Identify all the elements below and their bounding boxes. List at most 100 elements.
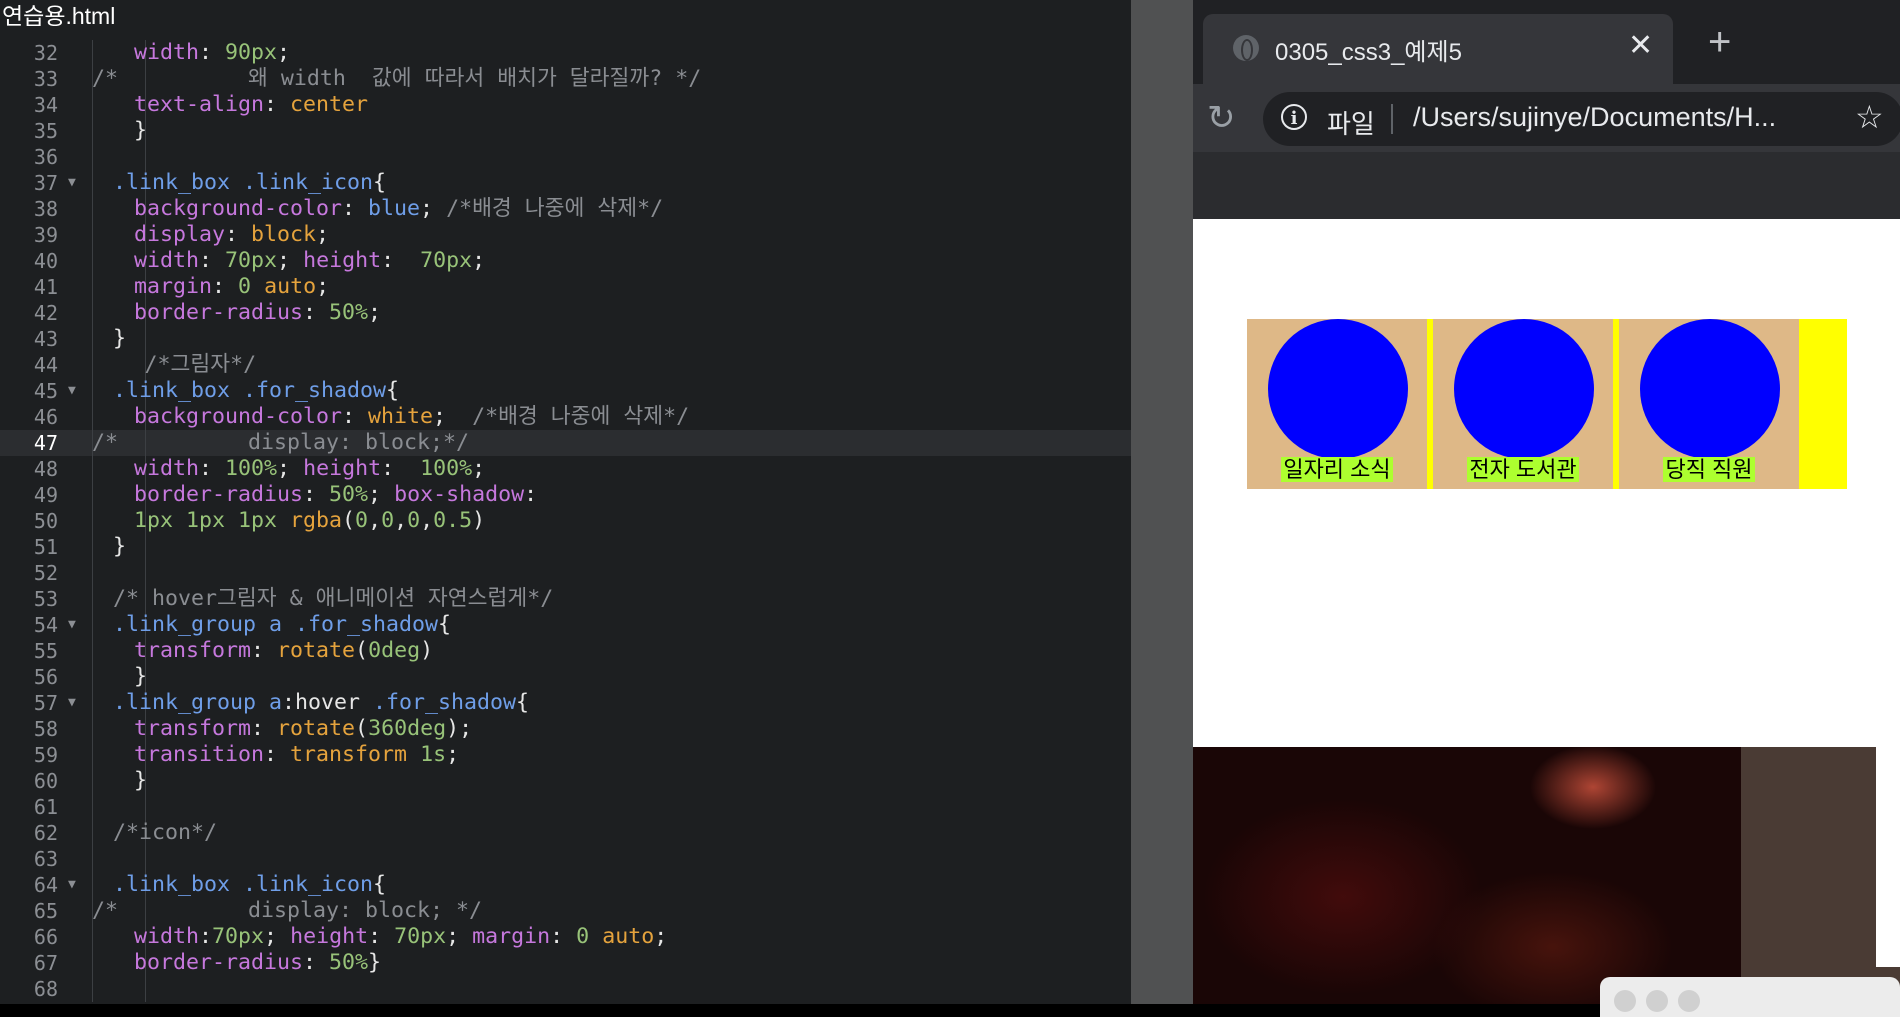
fold-arrow-icon[interactable]: ▼ (68, 612, 76, 638)
code-token: ( (355, 716, 369, 741)
link-box-staff[interactable]: 당직 직원 (1619, 319, 1799, 489)
code-line[interactable]: 66 width:70px; height: 70px; margin: 0 au… (0, 924, 1131, 950)
code-line[interactable]: 48 width: 100%; height: 100%; (0, 456, 1131, 482)
code-text: transition: transform 1s; (134, 742, 459, 768)
code-line[interactable]: 59 transition: transform 1s; (0, 742, 1131, 768)
close-tab-icon[interactable]: ✕ (1628, 28, 1653, 63)
code-token: : (524, 482, 538, 507)
indent-guide (92, 872, 93, 898)
code-token: ( (355, 638, 369, 663)
code-line[interactable]: 61 (0, 794, 1131, 820)
code-text: .link_group a .for_shadow{ (113, 612, 451, 638)
code-token: /*icon*/ (113, 820, 218, 845)
link-box-jobs[interactable]: 일자리 소식 (1247, 319, 1427, 489)
code-token: ) (420, 638, 434, 663)
code-line[interactable]: 34 text-align: center (0, 92, 1131, 118)
line-number: 35 (33, 119, 58, 143)
code-line[interactable]: 38 background-color: blue; /*배경 나중에 삭제*/ (0, 196, 1131, 222)
code-token: /* 왜 width 값에 따라서 배치가 달라질까? */ (92, 66, 702, 91)
url-path[interactable]: /Users/sujinye/Documents/H... (1413, 102, 1776, 133)
code-line[interactable]: 40 width: 70px; height: 70px; (0, 248, 1131, 274)
line-number: 39 (33, 223, 58, 247)
code-token: { (438, 612, 452, 637)
fold-arrow-icon[interactable]: ▼ (68, 690, 76, 716)
code-token: : (368, 924, 395, 949)
code-token: : (251, 638, 278, 663)
code-line[interactable]: 42 border-radius: 50%; (0, 300, 1131, 326)
background-window (1600, 977, 1900, 1017)
code-line[interactable]: 57 ▼ .link_group a:hover .for_shadow{ (0, 690, 1131, 716)
indent-guide (145, 976, 146, 1002)
fold-arrow-icon[interactable]: ▼ (68, 170, 76, 196)
code-line[interactable]: 63 (0, 846, 1131, 872)
code-line[interactable]: 68 (0, 976, 1131, 1002)
code-line[interactable]: 36 (0, 144, 1131, 170)
code-token: height (303, 456, 382, 481)
code-token: 100% (225, 456, 278, 481)
reload-icon[interactable]: ↻ (1207, 98, 1236, 138)
code-line[interactable]: 56} (0, 664, 1131, 690)
line-number: 43 (33, 327, 58, 351)
code-line[interactable]: 52 (0, 560, 1131, 586)
code-token: display (134, 222, 226, 247)
info-icon[interactable]: i (1281, 104, 1307, 130)
code-line[interactable]: 47 /* display: block;*/ (0, 430, 1131, 456)
code-line[interactable]: 64 ▼ .link_box .link_icon{ (0, 872, 1131, 898)
code-line[interactable]: 53 /* hover그림자 & 애니메이션 자연스럽게*/ (0, 586, 1131, 612)
address-bar[interactable]: i 파일 /Users/sujinye/Documents/H... ☆ (1263, 92, 1900, 146)
indent-guide (92, 612, 93, 638)
code-text: } (113, 534, 126, 560)
code-editor[interactable]: 연습용.html 32 width: 90px; 33 /* 왜 width 값에 따… (0, 0, 1131, 1004)
code-token: white (368, 404, 434, 429)
link-group: 일자리 소식 전자 도서관 당직 직원 (1247, 319, 1847, 489)
code-line[interactable]: 49 border-radius: 50%; box-shadow: (0, 482, 1131, 508)
indent-guide (92, 950, 93, 976)
line-number: 57 (33, 691, 58, 715)
code-lines[interactable]: 32 width: 90px; 33 /* 왜 width 값에 따라서 배치가 달라… (0, 40, 1131, 1002)
code-line[interactable]: 62 /*icon*/ (0, 820, 1131, 846)
code-line[interactable]: 32 width: 90px; (0, 40, 1131, 66)
code-line[interactable]: 60} (0, 768, 1131, 794)
code-line[interactable]: 65 /* display: block; */ (0, 898, 1131, 924)
code-line[interactable]: 35} (0, 118, 1131, 144)
line-number: 55 (33, 639, 58, 663)
fold-arrow-icon[interactable]: ▼ (68, 872, 76, 898)
code-line[interactable]: 46 background-color: white; /*배경 나중에 삭제*/ (0, 404, 1131, 430)
bookmark-star-icon[interactable]: ☆ (1855, 98, 1884, 136)
link-box-library[interactable]: 전자 도서관 (1433, 319, 1613, 489)
code-text: /* display: block; */ (92, 898, 482, 924)
code-line[interactable]: 50 1px 1px 1px rgba(0,0,0,0.5) (0, 508, 1131, 534)
line-number: 65 (33, 899, 58, 923)
code-line[interactable]: 55 transform: rotate(0deg) (0, 638, 1131, 664)
line-number: 49 (33, 483, 58, 507)
code-token: : (225, 222, 252, 247)
pane-divider[interactable] (1131, 0, 1193, 1004)
line-number: 64 (33, 873, 58, 897)
code-line[interactable]: 43} (0, 326, 1131, 352)
code-line[interactable]: 54 ▼ .link_group a .for_shadow{ (0, 612, 1131, 638)
code-line[interactable]: 44 /*그림자*/ (0, 352, 1131, 378)
code-line[interactable]: 33 /* 왜 width 값에 따라서 배치가 달라질까? */ (0, 66, 1131, 92)
code-text: 1px 1px 1px rgba(0,0,0,0.5) (134, 508, 485, 534)
indent-guide (92, 170, 93, 196)
new-tab-button[interactable]: + (1708, 22, 1731, 62)
code-token: : (550, 924, 577, 949)
code-text: text-align: center (134, 92, 368, 118)
code-token: 50% (329, 482, 369, 507)
code-token: /* display: block; */ (92, 898, 483, 923)
code-token: : (381, 248, 421, 273)
code-token: ; (654, 924, 668, 949)
code-line[interactable]: 58 transform: rotate(360deg); (0, 716, 1131, 742)
code-line[interactable]: 39 display: block; (0, 222, 1131, 248)
indent-guide (92, 924, 93, 950)
code-line[interactable]: 45 ▼ .link_box .for_shadow{ (0, 378, 1131, 404)
code-line[interactable]: 51} (0, 534, 1131, 560)
browser-tab[interactable]: 0305_css3_예제5 ✕ (1203, 14, 1673, 84)
code-line[interactable]: 67 border-radius: 50%} (0, 950, 1131, 976)
indent-guide (92, 144, 93, 170)
fold-arrow-icon[interactable]: ▼ (68, 378, 76, 404)
code-line[interactable]: 41 margin: 0 auto; (0, 274, 1131, 300)
code-token: , (394, 508, 408, 533)
code-line[interactable]: 37 ▼ .link_box .link_icon{ (0, 170, 1131, 196)
